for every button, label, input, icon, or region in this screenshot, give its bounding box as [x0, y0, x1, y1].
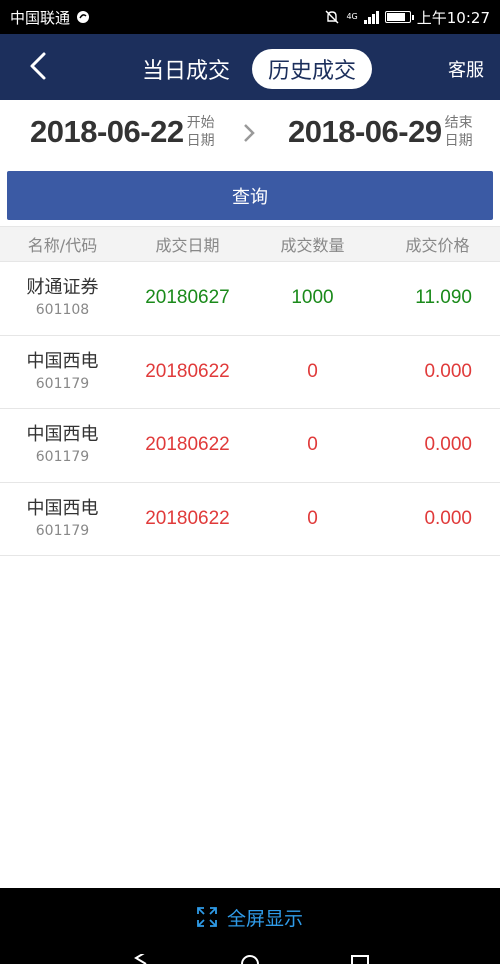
back-arrow-icon[interactable]	[22, 50, 54, 82]
trade-date: 20180622	[145, 507, 230, 529]
trade-price: 0.000	[424, 507, 472, 529]
stock-name: 中国西电	[26, 497, 99, 519]
nav-recents-icon[interactable]	[350, 954, 370, 964]
tab-today-trades[interactable]: 当日成交	[132, 49, 240, 89]
column-trade-date: 成交日期	[155, 236, 220, 255]
stock-name: 中国西电	[26, 424, 99, 446]
stock-name: 中国西电	[26, 350, 99, 372]
fullscreen-icon	[197, 907, 217, 927]
clock: 上午10:27	[416, 8, 490, 27]
start-date-picker[interactable]: 2018-06-22 开始 日期	[30, 114, 215, 150]
start-date-label-1: 开始	[186, 115, 215, 131]
fullscreen-bar[interactable]: 全屏显示	[0, 888, 500, 946]
trade-quantity: 0	[307, 434, 318, 456]
stock-code: 601179	[35, 375, 90, 392]
end-date-label-2: 日期	[444, 133, 473, 149]
start-date-value: 2018-06-22	[30, 114, 184, 149]
table-row[interactable]: 中国西电 601179 20180622 0 0.000	[0, 409, 500, 483]
tab-history-trades[interactable]: 历史成交	[252, 49, 373, 89]
signal-icon	[363, 10, 379, 24]
battery-icon	[384, 11, 414, 23]
stock-code: 601179	[35, 522, 90, 539]
nav-back-icon[interactable]	[132, 954, 148, 964]
stock-code: 601108	[35, 302, 90, 319]
query-button[interactable]: 查询	[7, 171, 493, 220]
table-row[interactable]: 中国西电 601179 20180622 0 0.000	[0, 336, 500, 409]
column-name-code: 名称/代码	[27, 236, 98, 255]
nav-home-icon[interactable]	[240, 954, 260, 964]
date-range-selector: 2018-06-22 开始 日期 2018-06-29 结束 日期	[0, 100, 500, 170]
trade-date: 20180622	[145, 434, 230, 456]
end-date-picker[interactable]: 2018-06-29 结束 日期	[288, 114, 473, 150]
stock-code: 601179	[35, 449, 90, 466]
column-trade-quantity: 成交数量	[280, 236, 345, 255]
end-date-value: 2018-06-29	[288, 114, 442, 149]
trade-list: 财通证券 601108 20180627 1000 11.090 中国西电 60…	[0, 262, 500, 556]
trade-quantity: 1000	[291, 287, 334, 309]
trade-date: 20180622	[145, 360, 230, 382]
trade-price: 0.000	[424, 434, 472, 456]
stock-name: 财通证券	[26, 277, 99, 299]
start-date-label-2: 日期	[186, 133, 215, 149]
customer-service-link[interactable]: 客服	[448, 56, 484, 82]
status-bar: 中国联通 4G 上午10:27	[0, 0, 500, 34]
trade-price: 0.000	[424, 360, 472, 382]
fullscreen-label: 全屏显示	[226, 907, 303, 930]
trade-tabs: 当日成交 历史成交	[132, 49, 373, 89]
network-type: 4G	[346, 12, 358, 21]
table-row[interactable]: 中国西电 601179 20180622 0 0.000	[0, 483, 500, 556]
end-date-label-1: 结束	[444, 115, 473, 131]
trade-quantity: 0	[307, 507, 318, 529]
carrier-name: 中国联通	[10, 8, 71, 27]
wifi-calling-icon	[77, 11, 90, 23]
chevron-right-icon	[244, 124, 255, 142]
mute-icon	[325, 10, 339, 24]
system-nav-bar	[0, 946, 500, 964]
column-trade-price: 成交价格	[405, 236, 470, 255]
app-header: 当日成交 历史成交 客服	[0, 34, 500, 100]
trade-price: 11.090	[415, 287, 472, 309]
table-row[interactable]: 财通证券 601108 20180627 1000 11.090	[0, 262, 500, 336]
trade-date: 20180627	[145, 287, 230, 309]
trade-quantity: 0	[307, 360, 318, 382]
table-header: 名称/代码 成交日期 成交数量 成交价格	[0, 226, 500, 262]
